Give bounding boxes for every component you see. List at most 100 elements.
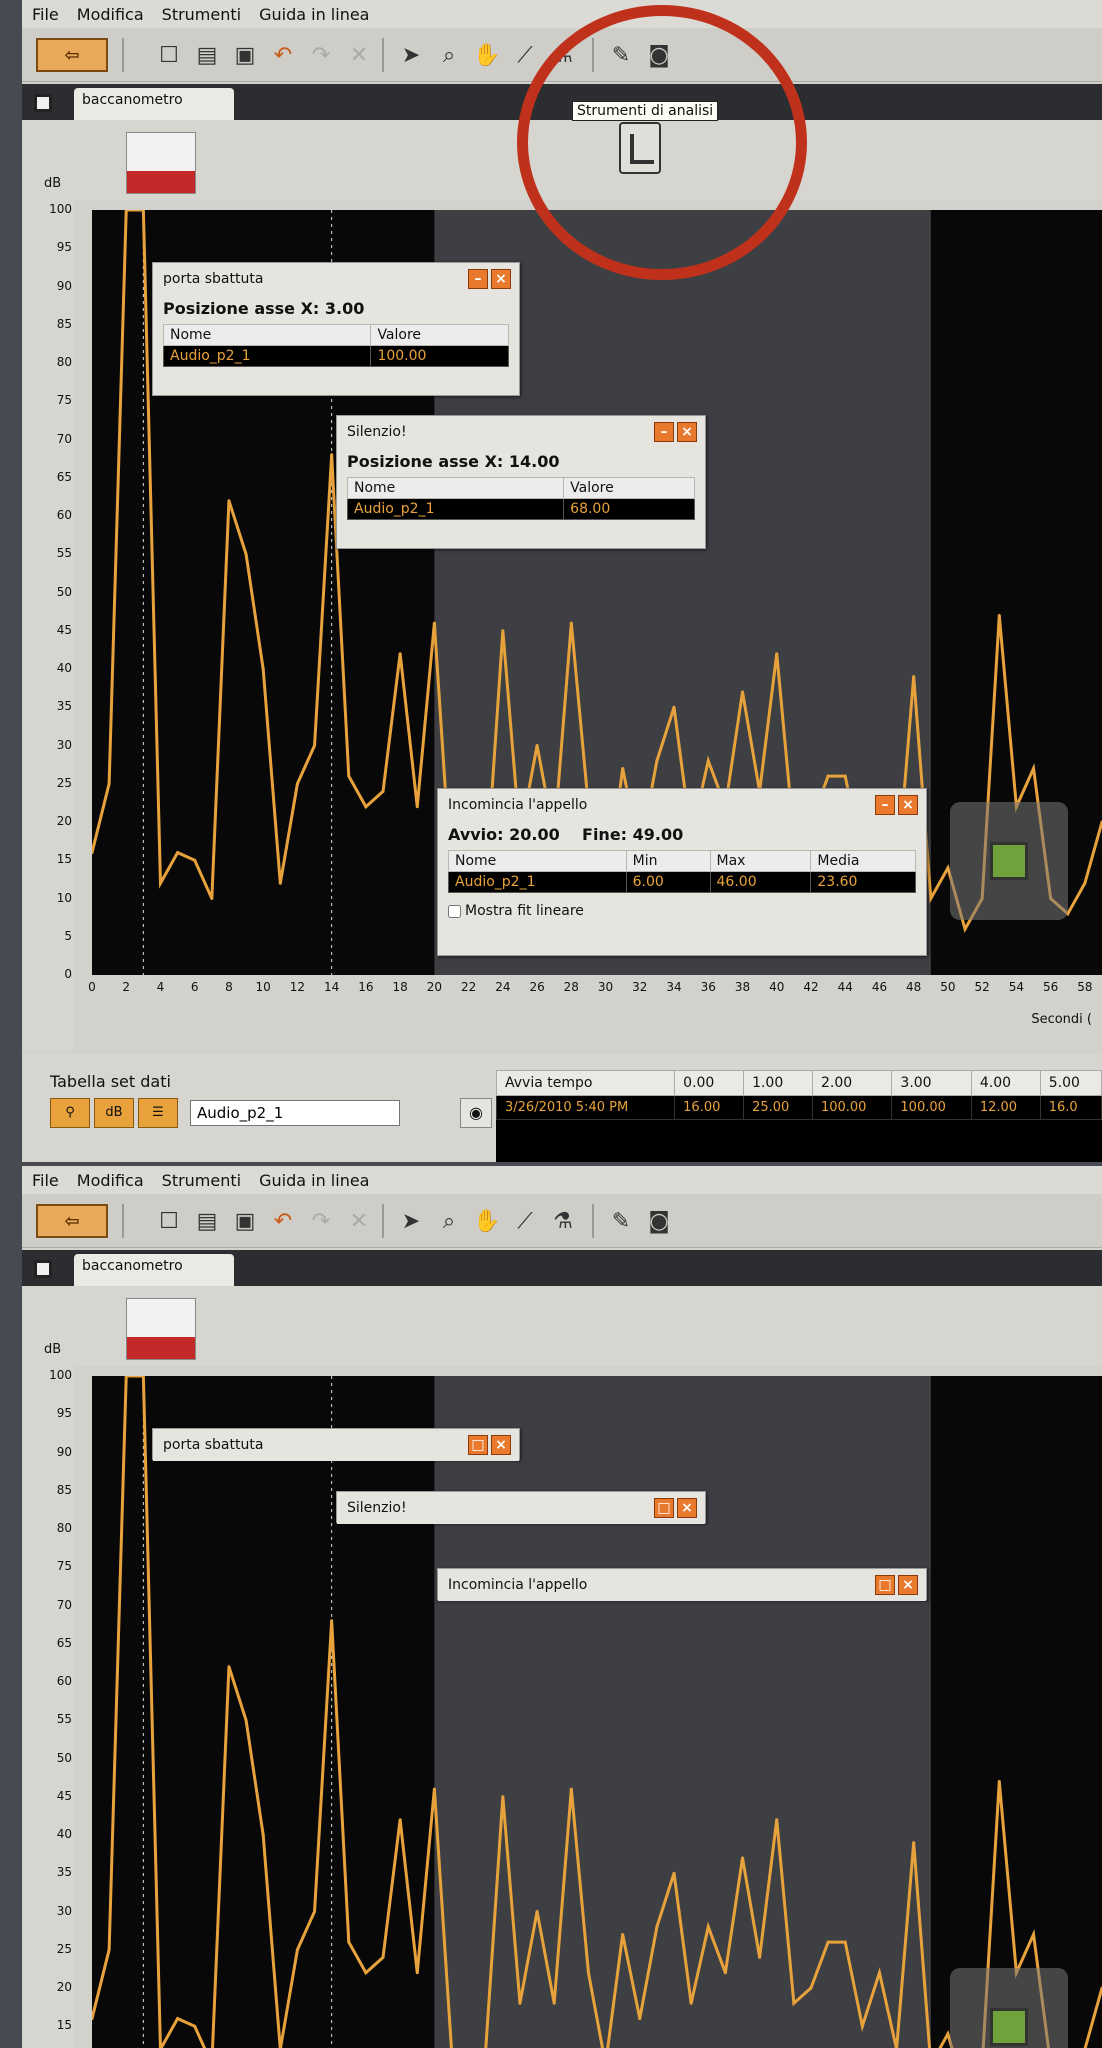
- analysis-dropdown-button[interactable]: [619, 122, 661, 174]
- marker-panel-porta[interactable]: porta sbattuta – × Posizione asse X: 3.00…: [152, 262, 520, 396]
- region-panel-appello[interactable]: Incomincia l'appello – × Avvio: 20.00 Fin…: [437, 788, 927, 956]
- back-logger-icon[interactable]: ⇦: [36, 38, 108, 72]
- zoom-icon[interactable]: ⌕: [432, 1204, 466, 1238]
- play-icon[interactable]: [990, 2008, 1028, 2046]
- header-time: 1.00: [743, 1070, 813, 1096]
- pointer-icon[interactable]: ➤: [394, 38, 428, 72]
- close-icon[interactable]: ×: [491, 1435, 511, 1455]
- chart-type-icon[interactable]: [126, 132, 196, 194]
- menu-file[interactable]: File: [32, 5, 59, 24]
- tab-baccanometro[interactable]: baccanometro: [74, 88, 234, 120]
- chart-plot-area[interactable]: [92, 1376, 1102, 2048]
- y-tick-label: 95: [56, 240, 72, 255]
- save-icon[interactable]: ▣: [228, 1204, 262, 1238]
- save-icon[interactable]: ▣: [228, 38, 262, 72]
- y-ticks: 1009590858075706560555045403530252015105…: [22, 202, 82, 981]
- series-name-field[interactable]: [190, 1100, 400, 1126]
- undo-icon[interactable]: ↶: [266, 1204, 300, 1238]
- new-file-icon[interactable]: ☐: [152, 1204, 186, 1238]
- marker-panel-silenzio[interactable]: Silenzio! – × Posizione asse X: 14.00 Nom…: [336, 415, 706, 549]
- format-icon[interactable]: ☰: [138, 1098, 178, 1128]
- data-point: [415, 805, 419, 809]
- minimize-icon[interactable]: –: [875, 795, 895, 815]
- linear-fit-checkbox[interactable]: [448, 904, 461, 918]
- delete-icon[interactable]: ✕: [342, 38, 376, 72]
- close-icon[interactable]: ×: [898, 795, 918, 815]
- menu-modifica[interactable]: Modifica: [77, 5, 144, 24]
- dataset-label: Tabella set dati: [50, 1072, 171, 1091]
- pan-hand-icon[interactable]: ✋: [470, 38, 504, 72]
- restore-icon[interactable]: □: [654, 1498, 674, 1518]
- close-icon[interactable]: ×: [677, 1498, 697, 1518]
- pointer-icon[interactable]: ➤: [394, 1204, 428, 1238]
- back-logger-icon[interactable]: ⇦: [36, 1204, 108, 1238]
- annotate-icon[interactable]: ✎: [604, 1204, 638, 1238]
- analysis-tools-icon[interactable]: ⚗: [546, 38, 580, 72]
- restore-icon[interactable]: □: [468, 1435, 488, 1455]
- x-tick-label: 26: [529, 980, 545, 994]
- menu-guida[interactable]: Guida in linea: [259, 5, 369, 24]
- pan-hand-icon[interactable]: ✋: [470, 1204, 504, 1238]
- toolbar-separator: [382, 38, 384, 72]
- col-media: Media: [810, 850, 916, 872]
- restore-icon[interactable]: □: [875, 1575, 895, 1595]
- data-point: [193, 2024, 197, 2028]
- y-tick-label: 90: [56, 1444, 72, 1459]
- y-tick-label: 45: [56, 622, 72, 637]
- graph-tools-icon[interactable]: ⟋: [508, 38, 542, 72]
- y-tick-label: 85: [56, 1482, 72, 1497]
- cell-nome[interactable]: Audio_p2_1: [162, 345, 372, 367]
- y-tick-label: 50: [56, 584, 72, 599]
- close-icon[interactable]: ×: [677, 422, 697, 442]
- menu-guida[interactable]: Guida in linea: [259, 1171, 369, 1190]
- data-point: [775, 652, 779, 656]
- new-file-icon[interactable]: ☐: [152, 38, 186, 72]
- menu-strumenti[interactable]: Strumenti: [162, 1171, 241, 1190]
- data-point: [176, 2017, 180, 2021]
- col-nome: Nome: [448, 850, 627, 872]
- camera-icon[interactable]: ◙: [642, 1204, 676, 1238]
- data-point: [313, 744, 317, 747]
- marker-panel-silenzio-collapsed[interactable]: Silenzio! □ ×: [336, 1491, 706, 1524]
- x-tick-label: 28: [563, 980, 579, 994]
- delete-icon[interactable]: ✕: [342, 1204, 376, 1238]
- open-folder-icon[interactable]: ▤: [190, 38, 224, 72]
- analysis-tools-icon[interactable]: ⚗: [546, 1204, 580, 1238]
- cell-valore: 100.00: [370, 345, 509, 367]
- menu-file[interactable]: File: [32, 1171, 59, 1190]
- y-tick-label: 0: [64, 967, 72, 981]
- redo-icon[interactable]: ↷: [304, 38, 338, 72]
- chart-type-icon[interactable]: [126, 1298, 196, 1360]
- y-tick-label: 40: [56, 661, 72, 675]
- redo-icon[interactable]: ↷: [304, 1204, 338, 1238]
- menu-modifica[interactable]: Modifica: [77, 1171, 144, 1190]
- camera-icon[interactable]: ◙: [642, 38, 676, 72]
- minimize-icon[interactable]: –: [654, 422, 674, 442]
- marker-panel-porta-collapsed[interactable]: porta sbattuta □ ×: [152, 1428, 520, 1461]
- tab-baccanometro[interactable]: baccanometro: [74, 1254, 234, 1286]
- menu-strumenti[interactable]: Strumenti: [162, 5, 241, 24]
- cell-nome[interactable]: Audio_p2_1: [346, 498, 565, 520]
- navigation-pad[interactable]: [950, 802, 1068, 920]
- x-tick-label: 4: [156, 980, 165, 994]
- annotate-icon[interactable]: ✎: [604, 38, 638, 72]
- eye-icon[interactable]: ◉: [460, 1098, 492, 1128]
- data-point: [621, 766, 625, 770]
- cell-value: 16.00: [674, 1095, 745, 1120]
- graph-tools-icon[interactable]: ⟋: [508, 1204, 542, 1238]
- probe-icon[interactable]: ⚲: [50, 1098, 90, 1128]
- navigation-pad[interactable]: [950, 1968, 1068, 2048]
- close-icon[interactable]: ×: [898, 1575, 918, 1595]
- undo-icon[interactable]: ↶: [266, 38, 300, 72]
- cell-nome[interactable]: Audio_p2_1: [448, 871, 627, 893]
- minimize-icon[interactable]: –: [468, 269, 488, 289]
- region-panel-appello-collapsed[interactable]: Incomincia l'appello □ ×: [437, 1568, 927, 1601]
- data-point: [501, 1795, 505, 1799]
- data-point: [347, 1940, 351, 1944]
- cell-max: 46.00: [709, 871, 812, 893]
- unit-dropdown[interactable]: dB: [94, 1098, 134, 1128]
- open-folder-icon[interactable]: ▤: [190, 1204, 224, 1238]
- zoom-icon[interactable]: ⌕: [432, 38, 466, 72]
- play-icon[interactable]: [990, 842, 1028, 880]
- close-icon[interactable]: ×: [491, 269, 511, 289]
